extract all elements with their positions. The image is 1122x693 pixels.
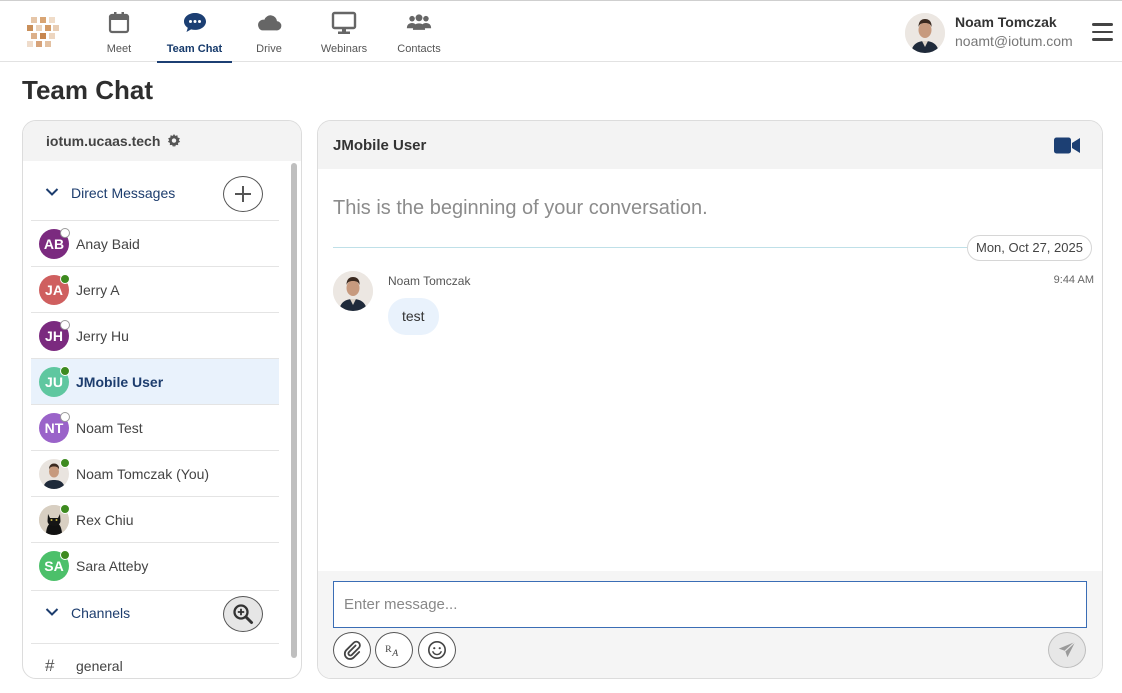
chat-header: JMobile User [318,121,1102,169]
channels-header[interactable]: Channels [31,590,279,636]
new-direct-message-button[interactable] [223,176,263,212]
dm-name: Anay Baid [76,236,140,252]
presence-offline-indicator [60,412,70,422]
presence-online-indicator [60,458,70,468]
send-button[interactable] [1048,632,1086,668]
calendar-icon [108,12,130,34]
chevron-down-icon[interactable] [45,187,59,197]
dm-name: Noam Tomczak (You) [76,466,210,482]
presence-offline-indicator [60,228,70,238]
browse-channels-button[interactable] [223,596,263,632]
smiley-icon [428,641,446,659]
nav-tab-team-chat[interactable]: Team Chat [157,1,232,63]
people-icon [406,14,432,30]
sidebar-scrollbar[interactable] [291,163,297,658]
dm-item-sara-atteby[interactable]: SA Sara Atteby [31,542,279,588]
gear-icon[interactable] [167,134,181,148]
user-avatar[interactable] [905,13,945,53]
dm-item-jerry-a[interactable]: JA Jerry A [31,266,279,312]
presence-online-indicator [60,550,70,560]
dm-item-jmobile-user[interactable]: JU JMobile User [31,358,279,404]
nav-tab-label: Meet [106,43,132,55]
dm-name: Jerry A [76,282,120,298]
conversation-sidebar: iotum.ucaas.tech Direct Messages AB Anay… [22,120,302,679]
conversation-start-text: This is the beginning of your conversati… [333,197,708,219]
presence-offline-indicator [60,320,70,330]
page-title: Team Chat [22,75,153,105]
dm-item-anay-baid[interactable]: AB Anay Baid [31,220,279,266]
workspace-header[interactable]: iotum.ucaas.tech [23,121,301,161]
text-format-button[interactable]: R A [375,632,413,668]
nav-tab-label: Team Chat [166,43,223,55]
dm-name: Jerry Hu [76,328,129,344]
presence-online-indicator [60,366,70,376]
monitor-icon [331,11,357,34]
search-plus-icon [233,604,253,624]
message-bubble[interactable]: test [388,298,439,335]
chat-panel: JMobile User This is the beginning of yo… [317,120,1103,679]
dm-name: Rex Chiu [76,512,134,528]
dm-name: Noam Test [76,420,143,436]
date-badge: Mon, Oct 27, 2025 [967,235,1092,261]
channel-item-general[interactable]: # general [31,643,279,678]
video-camera-icon[interactable] [1054,137,1080,154]
user-email: noamt@iotum.com [955,33,1073,49]
text-format-icon: R A [385,644,398,658]
top-nav-bar: Meet Team Chat Drive Webinars Contacts N… [0,0,1122,63]
user-name: Noam Tomczak [955,14,1057,30]
workspace-name: iotum.ucaas.tech [46,133,161,149]
message-author: Noam Tomczak [388,274,471,288]
message-avatar [333,271,373,311]
nav-tab-webinars[interactable]: Webinars [318,1,370,63]
svg-text:R: R [385,644,392,655]
direct-messages-header[interactable]: Direct Messages [23,171,279,217]
dm-item-jerry-hu[interactable]: JH Jerry Hu [31,312,279,358]
message-timestamp: 9:44 AM [1053,274,1094,286]
svg-text:A: A [391,648,398,658]
chat-bubble-icon [183,13,206,32]
dm-name: JMobile User [76,374,164,390]
nav-tab-meet[interactable]: Meet [100,1,138,63]
message-input[interactable] [333,581,1087,628]
nav-tab-contacts[interactable]: Contacts [395,1,443,63]
hash-icon: # [45,656,55,675]
plus-icon [235,186,251,202]
channel-name: general [76,658,123,674]
presence-online-indicator [60,274,70,284]
chevron-down-icon[interactable] [45,607,59,617]
direct-messages-title: Direct Messages [71,185,176,201]
nav-tab-label: Webinars [320,43,368,55]
message-composer: R A [318,571,1102,678]
send-icon [1058,641,1076,658]
nav-tab-label: Contacts [397,43,441,55]
emoji-button[interactable] [418,632,456,668]
presence-online-indicator [60,504,70,514]
dm-item-rex-chiu[interactable]: Rex Chiu [31,496,279,542]
paperclip-icon [343,640,361,660]
cloud-icon [258,15,282,31]
nav-tab-drive[interactable]: Drive [250,1,288,63]
chat-title: JMobile User [333,137,427,154]
attach-file-button[interactable] [333,632,371,668]
dm-name: Sara Atteby [76,558,149,574]
dm-item-noam-test[interactable]: NT Noam Test [31,404,279,450]
hamburger-menu-icon[interactable] [1092,23,1113,41]
date-divider [333,247,973,248]
dm-item-noam-tomczak[interactable]: Noam Tomczak (You) [31,450,279,496]
nav-tab-label: Drive [256,43,282,55]
channels-title: Channels [71,605,131,621]
app-logo[interactable] [27,15,59,47]
